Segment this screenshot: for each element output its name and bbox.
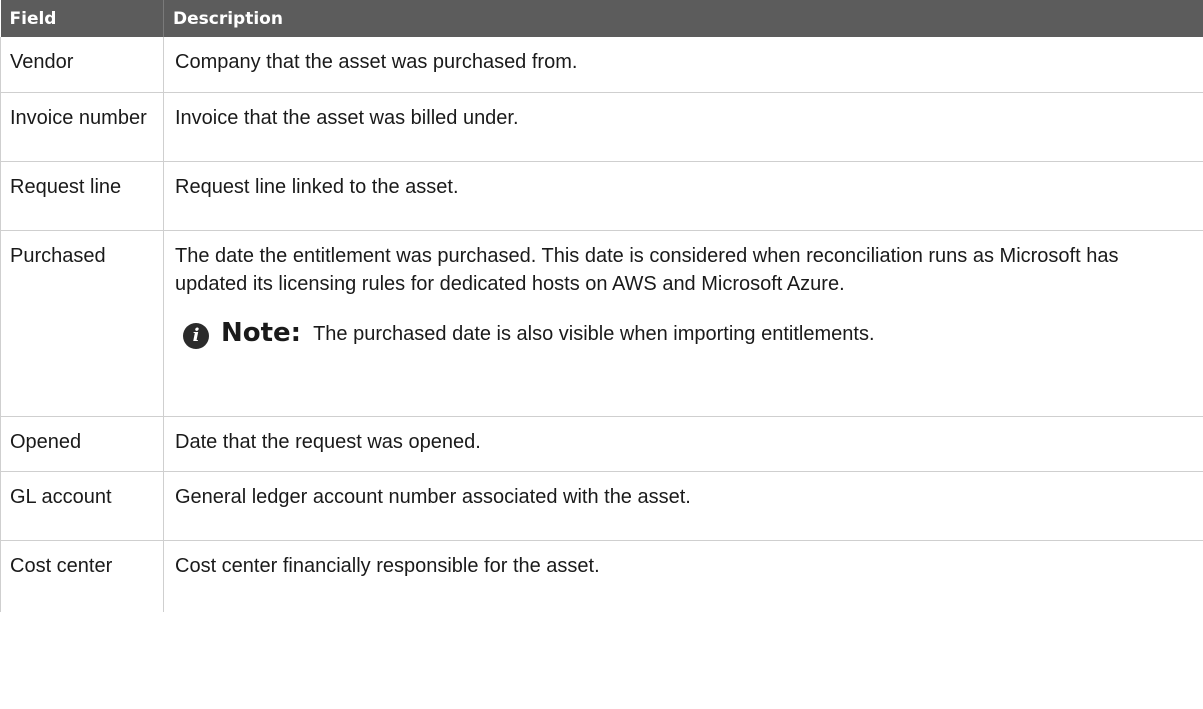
table-row: GL account General ledger account number… [0,471,1203,541]
field-description: Cost center financially responsible for … [175,554,600,577]
field-description: The date the entitlement was purchased. … [175,244,1119,295]
table-row: Opened Date that the request was opened. [0,416,1203,472]
table-body: Vendor Company that the asset was purcha… [0,37,1203,612]
fields-table: Field Description Vendor Company that th… [0,0,1203,612]
column-header-description: Description [163,0,1203,37]
note-label: Note: [221,317,302,348]
table-row: Request line Request line linked to the … [0,161,1203,231]
table-row: Invoice number Invoice that the asset wa… [0,92,1203,162]
field-name: Cost center [0,540,164,612]
note-text: The purchased date is also visible when … [313,322,875,345]
field-description: Invoice that the asset was billed under. [163,92,1203,162]
field-description-cell: The date the entitlement was purchased. … [163,230,1203,417]
field-name: Opened [0,416,164,472]
field-name: Purchased [0,230,164,417]
field-name: Vendor [0,37,164,93]
column-header-field: Field [0,0,164,37]
table-row: Cost center Cost center financially resp… [0,540,1203,612]
field-description: General ledger account number associated… [163,471,1203,541]
header-row: Field Description [0,0,1203,37]
field-description: Company that the asset was purchased fro… [163,37,1203,93]
table-row: Vendor Company that the asset was purcha… [0,37,1203,93]
field-description: Request line linked to the asset. [163,161,1203,231]
field-name: GL account [0,471,164,541]
table-row: Purchased The date the entitlement was p… [0,230,1203,417]
field-name: Invoice number [0,92,164,162]
info-icon: i [183,322,209,349]
table-header: Field Description [0,0,1203,37]
field-name: Request line [0,161,164,231]
field-description: Date that the request was opened. [163,416,1203,472]
note-callout: i Note: The purchased date is also visib… [175,317,1194,349]
